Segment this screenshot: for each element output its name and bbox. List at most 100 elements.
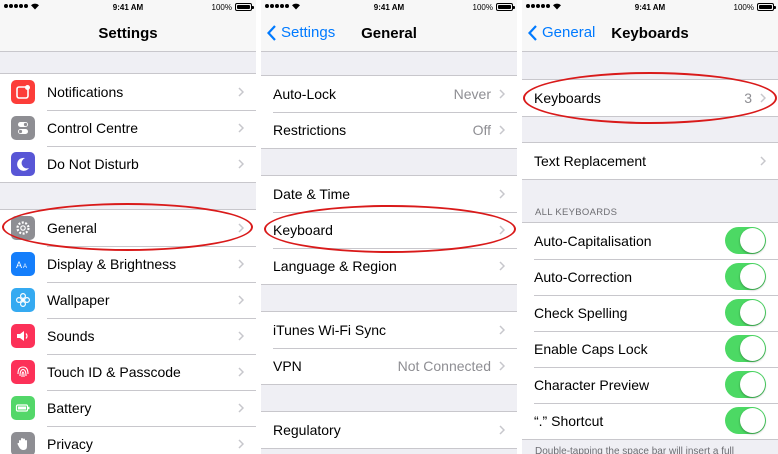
control-centre-icon xyxy=(11,116,35,140)
settings-item-control-centre[interactable]: Control Centre xyxy=(0,110,256,146)
toggle-row-auto-capitalisation: Auto-Capitalisation xyxy=(522,223,778,259)
settings-screen: 9:41 AM 100% Settings Notifications Cont… xyxy=(0,0,256,454)
settings-item-do-not-disturb[interactable]: Do Not Disturb xyxy=(0,146,256,182)
check-spelling-toggle[interactable] xyxy=(725,299,766,326)
keyboards-item-label: Keyboards xyxy=(534,90,601,106)
chevron-right-icon xyxy=(238,87,244,97)
auto-correction-toggle[interactable] xyxy=(725,263,766,290)
general-item-label: Language & Region xyxy=(273,258,397,274)
general-item-label: Auto-Lock xyxy=(273,86,337,102)
chevron-right-icon xyxy=(499,125,505,135)
page-title: General xyxy=(361,25,417,42)
settings-group-2: General AA Display & Brightness Wallpape… xyxy=(0,209,256,454)
battery-percentage: 100% xyxy=(733,3,754,12)
general-item-value: Never xyxy=(453,86,491,102)
status-bar: 9:41 AM 100% xyxy=(522,0,778,14)
chevron-right-icon xyxy=(238,331,244,341)
navigation-bar: Settings General xyxy=(261,14,517,52)
battery-percentage: 100% xyxy=(211,3,232,12)
toggle-row-check-spelling: Check Spelling xyxy=(522,295,778,331)
settings-item-label: Sounds xyxy=(47,328,95,344)
settings-item-label: Do Not Disturb xyxy=(47,156,139,172)
chevron-right-icon xyxy=(238,259,244,269)
toggle-row-enable-caps-lock: Enable Caps Lock xyxy=(522,331,778,367)
settings-item-label: General xyxy=(47,220,97,236)
svg-text:A: A xyxy=(23,264,27,270)
svg-text:A: A xyxy=(16,260,22,270)
keyboards-item-keyboards[interactable]: Keyboards 3 xyxy=(522,80,778,116)
navigation-bar: Settings xyxy=(0,14,256,52)
settings-item-sounds[interactable]: Sounds xyxy=(0,318,256,354)
chevron-right-icon xyxy=(238,159,244,169)
general-group-2: Date & Time Keyboard Language & Region xyxy=(261,175,517,285)
settings-item-label: Control Centre xyxy=(47,120,139,136)
settings-item-label: Battery xyxy=(47,400,92,416)
general-item-vpn[interactable]: VPN Not Connected xyxy=(261,348,517,384)
settings-item-label: Notifications xyxy=(47,84,124,100)
chevron-right-icon xyxy=(499,425,505,435)
toggle-label: Enable Caps Lock xyxy=(534,341,648,357)
general-item-label: Date & Time xyxy=(273,186,351,202)
general-item-value: Not Connected xyxy=(397,358,491,374)
toggle-row-character-preview: Character Preview xyxy=(522,367,778,403)
keyboards-item-text-replacement[interactable]: Text Replacement xyxy=(522,143,778,179)
general-item-itunes-wifi-sync[interactable]: iTunes Wi-Fi Sync xyxy=(261,312,517,348)
general-item-regulatory[interactable]: Regulatory xyxy=(261,412,517,448)
chevron-right-icon xyxy=(238,123,244,133)
toggle-row-auto-correction: Auto-Correction xyxy=(522,259,778,295)
settings-item-label: Touch ID & Passcode xyxy=(47,364,181,380)
general-item-label: Restrictions xyxy=(273,122,347,138)
chevron-right-icon xyxy=(499,189,505,199)
chevron-right-icon xyxy=(238,403,244,413)
general-item-label: Regulatory xyxy=(273,422,341,438)
settings-item-label: Wallpaper xyxy=(47,292,110,308)
chevron-right-icon xyxy=(499,89,505,99)
settings-item-battery[interactable]: Battery xyxy=(0,390,256,426)
status-bar: 9:41 AM 100% xyxy=(261,0,517,14)
footer-note: Double-tapping the space bar will insert… xyxy=(535,446,734,454)
settings-item-display-brightness[interactable]: AA Display & Brightness xyxy=(0,246,256,282)
general-item-value: Off xyxy=(472,122,491,138)
gear-icon xyxy=(11,216,35,240)
auto-capitalisation-toggle[interactable] xyxy=(725,227,766,254)
toggle-label: Auto-Capitalisation xyxy=(534,233,652,249)
toggle-label: Auto-Correction xyxy=(534,269,633,285)
settings-item-label: Display & Brightness xyxy=(47,256,177,272)
settings-item-touch-id[interactable]: Touch ID & Passcode xyxy=(0,354,256,390)
general-item-language-region[interactable]: Language & Region xyxy=(261,248,517,284)
battery-percentage: 100% xyxy=(472,3,493,12)
settings-group-1: Notifications Control Centre Do Not Dist… xyxy=(0,73,256,183)
general-item-date-time[interactable]: Date & Time xyxy=(261,176,517,212)
settings-item-notifications[interactable]: Notifications xyxy=(0,74,256,110)
settings-item-label: Privacy xyxy=(47,436,93,452)
hand-icon xyxy=(11,432,35,454)
fingerprint-icon xyxy=(11,360,35,384)
moon-icon xyxy=(11,152,35,176)
settings-item-general[interactable]: General xyxy=(0,210,256,246)
page-title: Keyboards xyxy=(611,25,689,42)
general-item-keyboard[interactable]: Keyboard xyxy=(261,212,517,248)
battery-status-icon xyxy=(235,3,254,11)
keyboards-count: 3 xyxy=(744,90,752,106)
general-screen: 9:41 AM 100% Settings General Auto-Lock … xyxy=(261,0,517,454)
settings-item-wallpaper[interactable]: Wallpaper xyxy=(0,282,256,318)
general-item-auto-lock[interactable]: Auto-Lock Never xyxy=(261,76,517,112)
caps-lock-toggle[interactable] xyxy=(725,335,766,362)
general-group-4: Regulatory xyxy=(261,411,517,449)
settings-item-privacy[interactable]: Privacy xyxy=(0,426,256,454)
keyboards-toggle-group: Auto-Capitalisation Auto-Correction Chec… xyxy=(522,222,778,440)
wallpaper-icon xyxy=(11,288,35,312)
general-item-restrictions[interactable]: Restrictions Off xyxy=(261,112,517,148)
period-shortcut-toggle[interactable] xyxy=(725,407,766,434)
status-bar: 9:41 AM 100% xyxy=(0,0,256,14)
toggle-label: “.” Shortcut xyxy=(534,413,604,429)
chevron-right-icon xyxy=(760,93,766,103)
chevron-right-icon xyxy=(760,156,766,166)
chevron-right-icon xyxy=(499,261,505,271)
character-preview-toggle[interactable] xyxy=(725,371,766,398)
keyboards-group-2: Text Replacement xyxy=(522,142,778,180)
keyboards-group-1: Keyboards 3 xyxy=(522,79,778,117)
chevron-right-icon xyxy=(238,295,244,305)
notifications-icon xyxy=(11,80,35,104)
general-group-1: Auto-Lock Never Restrictions Off xyxy=(261,75,517,149)
